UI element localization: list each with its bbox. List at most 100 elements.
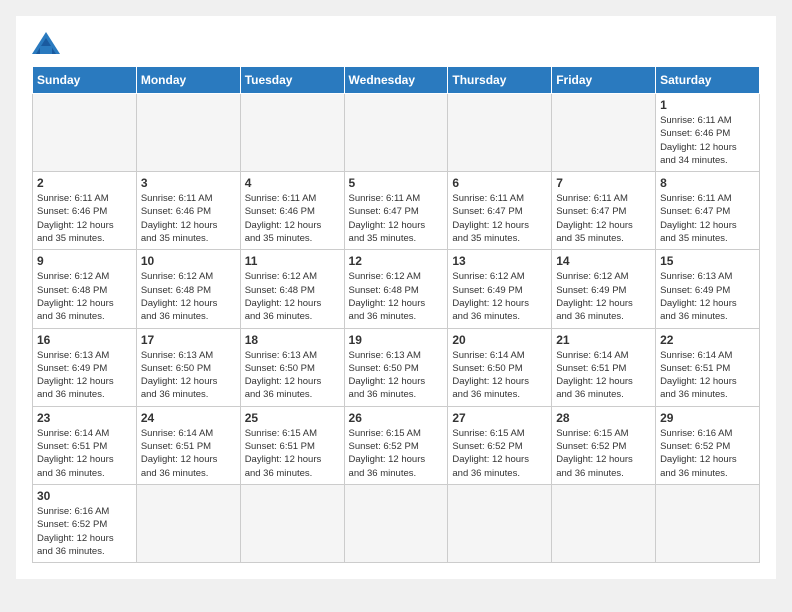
calendar-cell: 26Sunrise: 6:15 AM Sunset: 6:52 PM Dayli… [344, 406, 448, 484]
calendar-cell [448, 94, 552, 172]
weekday-header-tuesday: Tuesday [240, 67, 344, 94]
day-info: Sunrise: 6:15 AM Sunset: 6:51 PM Dayligh… [245, 427, 340, 480]
calendar-cell: 12Sunrise: 6:12 AM Sunset: 6:48 PM Dayli… [344, 250, 448, 328]
day-info: Sunrise: 6:15 AM Sunset: 6:52 PM Dayligh… [556, 427, 651, 480]
weekday-header-thursday: Thursday [448, 67, 552, 94]
day-info: Sunrise: 6:12 AM Sunset: 6:48 PM Dayligh… [141, 270, 236, 323]
day-number: 22 [660, 333, 755, 347]
day-number: 29 [660, 411, 755, 425]
day-number: 17 [141, 333, 236, 347]
calendar-cell: 29 Sunrise: 6:16 AM Sunset: 6:52 PM Dayli… [656, 406, 760, 484]
day-info: Sunrise: 6:16 AM Sunset: 6:52 PM Dayligh… [37, 505, 132, 558]
day-number: 23 [37, 411, 132, 425]
day-number: 21 [556, 333, 651, 347]
calendar-cell [344, 94, 448, 172]
logo [32, 32, 64, 54]
day-number: 10 [141, 254, 236, 268]
day-info: Sunrise: 6:14 AM Sunset: 6:51 PM Dayligh… [660, 349, 755, 402]
calendar-cell: 21 Sunrise: 6:14 AM Sunset: 6:51 PM Dayli… [552, 328, 656, 406]
day-info: Sunrise: 6:11 AM Sunset: 6:47 PM Dayligh… [452, 192, 547, 245]
calendar-cell: 22 Sunrise: 6:14 AM Sunset: 6:51 PM Dayli… [656, 328, 760, 406]
calendar-cell [136, 484, 240, 562]
day-number: 15 [660, 254, 755, 268]
day-info: Sunrise: 6:13 AM Sunset: 6:50 PM Dayligh… [245, 349, 340, 402]
day-number: 25 [245, 411, 340, 425]
day-number: 20 [452, 333, 547, 347]
day-number: 4 [245, 176, 340, 190]
day-info: Sunrise: 6:14 AM Sunset: 6:51 PM Dayligh… [141, 427, 236, 480]
calendar-week-row: 2 Sunrise: 6:11 AM Sunset: 6:46 PM Daylig… [33, 172, 760, 250]
calendar-cell: 18 Sunrise: 6:13 AM Sunset: 6:50 PM Dayli… [240, 328, 344, 406]
day-info: Sunrise: 6:13 AM Sunset: 6:50 PM Dayligh… [349, 349, 444, 402]
calendar-week-row: 9 Sunrise: 6:12 AM Sunset: 6:48 PM Daylig… [33, 250, 760, 328]
day-number: 24 [141, 411, 236, 425]
day-info: Sunrise: 6:11 AM Sunset: 6:47 PM Dayligh… [349, 192, 444, 245]
calendar-cell: 23 Sunrise: 6:14 AM Sunset: 6:51 PM Dayli… [33, 406, 137, 484]
day-info: Sunrise: 6:11 AM Sunset: 6:47 PM Dayligh… [660, 192, 755, 245]
calendar-cell [240, 484, 344, 562]
day-number: 7 [556, 176, 651, 190]
calendar-cell: 9 Sunrise: 6:12 AM Sunset: 6:48 PM Daylig… [33, 250, 137, 328]
day-info: Sunrise: 6:12 AM Sunset: 6:48 PM Dayligh… [245, 270, 340, 323]
calendar-cell: 15Sunrise: 6:13 AM Sunset: 6:49 PM Dayli… [656, 250, 760, 328]
day-info: Sunrise: 6:13 AM Sunset: 6:49 PM Dayligh… [37, 349, 132, 402]
calendar-cell [240, 94, 344, 172]
weekday-header-friday: Friday [552, 67, 656, 94]
day-info: Sunrise: 6:13 AM Sunset: 6:50 PM Dayligh… [141, 349, 236, 402]
day-info: Sunrise: 6:12 AM Sunset: 6:48 PM Dayligh… [37, 270, 132, 323]
day-number: 13 [452, 254, 547, 268]
calendar-cell [33, 94, 137, 172]
day-info: Sunrise: 6:16 AM Sunset: 6:52 PM Dayligh… [660, 427, 755, 480]
day-number: 9 [37, 254, 132, 268]
day-info: Sunrise: 6:12 AM Sunset: 6:48 PM Dayligh… [349, 270, 444, 323]
day-info: Sunrise: 6:15 AM Sunset: 6:52 PM Dayligh… [349, 427, 444, 480]
weekday-header-row: SundayMondayTuesdayWednesdayThursdayFrid… [33, 67, 760, 94]
calendar-cell: 6 Sunrise: 6:11 AM Sunset: 6:47 PM Daylig… [448, 172, 552, 250]
calendar-cell: 19 Sunrise: 6:13 AM Sunset: 6:50 PM Dayli… [344, 328, 448, 406]
weekday-header-wednesday: Wednesday [344, 67, 448, 94]
calendar-header [32, 32, 760, 54]
calendar-cell: 13 Sunrise: 6:12 AM Sunset: 6:49 PM Dayli… [448, 250, 552, 328]
day-info: Sunrise: 6:14 AM Sunset: 6:51 PM Dayligh… [37, 427, 132, 480]
calendar-cell [448, 484, 552, 562]
day-info: Sunrise: 6:11 AM Sunset: 6:46 PM Dayligh… [37, 192, 132, 245]
calendar-cell: 27 Sunrise: 6:15 AM Sunset: 6:52 PM Dayli… [448, 406, 552, 484]
calendar-cell: 17 Sunrise: 6:13 AM Sunset: 6:50 PM Dayli… [136, 328, 240, 406]
calendar-cell: 2 Sunrise: 6:11 AM Sunset: 6:46 PM Daylig… [33, 172, 137, 250]
calendar-week-row: 16Sunrise: 6:13 AM Sunset: 6:49 PM Dayli… [33, 328, 760, 406]
day-info: Sunrise: 6:14 AM Sunset: 6:50 PM Dayligh… [452, 349, 547, 402]
calendar-week-row: 23 Sunrise: 6:14 AM Sunset: 6:51 PM Dayli… [33, 406, 760, 484]
day-info: Sunrise: 6:11 AM Sunset: 6:47 PM Dayligh… [556, 192, 651, 245]
calendar-cell: 30Sunrise: 6:16 AM Sunset: 6:52 PM Dayli… [33, 484, 137, 562]
day-number: 14 [556, 254, 651, 268]
calendar-cell: 10 Sunrise: 6:12 AM Sunset: 6:48 PM Dayli… [136, 250, 240, 328]
calendar-cell: 20 Sunrise: 6:14 AM Sunset: 6:50 PM Dayli… [448, 328, 552, 406]
day-info: Sunrise: 6:14 AM Sunset: 6:51 PM Dayligh… [556, 349, 651, 402]
calendar-cell: 4 Sunrise: 6:11 AM Sunset: 6:46 PM Daylig… [240, 172, 344, 250]
calendar-cell: 3Sunrise: 6:11 AM Sunset: 6:46 PM Daylig… [136, 172, 240, 250]
calendar-cell: 8 Sunrise: 6:11 AM Sunset: 6:47 PM Daylig… [656, 172, 760, 250]
day-info: Sunrise: 6:12 AM Sunset: 6:49 PM Dayligh… [452, 270, 547, 323]
logo-icon [32, 32, 60, 54]
calendar-cell: 28Sunrise: 6:15 AM Sunset: 6:52 PM Dayli… [552, 406, 656, 484]
day-number: 8 [660, 176, 755, 190]
calendar-cell: 7 Sunrise: 6:11 AM Sunset: 6:47 PM Daylig… [552, 172, 656, 250]
day-number: 6 [452, 176, 547, 190]
day-number: 1 [660, 98, 755, 112]
day-info: Sunrise: 6:11 AM Sunset: 6:46 PM Dayligh… [141, 192, 236, 245]
calendar-cell: 1 Sunrise: 6:11 AM Sunset: 6:46 PM Daylig… [656, 94, 760, 172]
day-number: 27 [452, 411, 547, 425]
day-number: 18 [245, 333, 340, 347]
day-number: 2 [37, 176, 132, 190]
day-info: Sunrise: 6:11 AM Sunset: 6:46 PM Dayligh… [660, 114, 755, 167]
day-info: Sunrise: 6:11 AM Sunset: 6:46 PM Dayligh… [245, 192, 340, 245]
day-number: 19 [349, 333, 444, 347]
calendar-week-row: 1 Sunrise: 6:11 AM Sunset: 6:46 PM Daylig… [33, 94, 760, 172]
day-info: Sunrise: 6:15 AM Sunset: 6:52 PM Dayligh… [452, 427, 547, 480]
calendar-cell: 25 Sunrise: 6:15 AM Sunset: 6:51 PM Dayli… [240, 406, 344, 484]
calendar-cell [552, 94, 656, 172]
calendar-cell: 11Sunrise: 6:12 AM Sunset: 6:48 PM Dayli… [240, 250, 344, 328]
calendar-page: SundayMondayTuesdayWednesdayThursdayFrid… [16, 16, 776, 579]
weekday-header-sunday: Sunday [33, 67, 137, 94]
calendar-table: SundayMondayTuesdayWednesdayThursdayFrid… [32, 66, 760, 563]
